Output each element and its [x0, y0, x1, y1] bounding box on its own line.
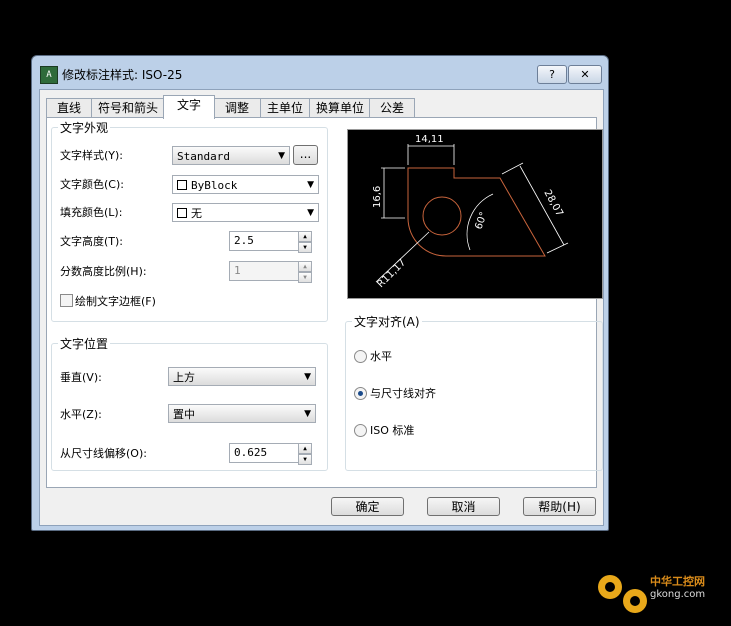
tab-lines[interactable]: 直线 — [46, 98, 92, 118]
tab-text[interactable]: 文字 — [163, 95, 215, 119]
spin-down-icon: ▼ — [298, 272, 312, 283]
align-iso-label: ISO 标准 — [370, 424, 415, 437]
tab-primary-units[interactable]: 主单位 — [260, 98, 310, 118]
align-iso-radio[interactable] — [354, 424, 367, 437]
text-alignment-group: 文字对齐(A) 水平 与尺寸线对齐 ISO 标准 — [345, 313, 603, 471]
text-appearance-group: 文字外观 文字样式(Y): Standard ▼ ... 文字颜色(C): By… — [51, 119, 328, 322]
preview-dim-left: 16,6 — [372, 186, 383, 208]
group-title: 文字外观 — [58, 119, 111, 136]
text-height-value: 2.5 — [234, 234, 254, 247]
text-height-input[interactable]: 2.5 ▲ ▼ — [229, 231, 312, 253]
offset-input[interactable]: 0.625 ▲ ▼ — [229, 443, 312, 465]
chevron-down-icon: ▼ — [307, 180, 314, 190]
text-frame-checkbox[interactable] — [60, 294, 73, 307]
text-frame-label: 绘制文字边框(F) — [75, 295, 156, 308]
preview-dim-right: 28,07 — [541, 188, 565, 218]
preview-dim-top: 14,11 — [415, 134, 444, 145]
fill-color-select[interactable]: 无 ▼ — [172, 203, 319, 222]
vertical-select[interactable]: 上方 ▼ — [168, 367, 316, 386]
group-title: 文字对齐(A) — [352, 313, 422, 330]
title-bar[interactable]: A 修改标注样式: ISO-25 ? ✕ — [32, 56, 608, 90]
fraction-scale-input: 1 ▲ ▼ — [229, 261, 312, 283]
fill-color-value: 无 — [191, 207, 202, 220]
chevron-down-icon: ▼ — [278, 151, 285, 161]
close-button[interactable]: ✕ — [568, 65, 602, 84]
tab-symbols-arrows[interactable]: 符号和箭头 — [91, 98, 165, 118]
horizontal-select[interactable]: 置中 ▼ — [168, 404, 316, 423]
text-color-value: ByBlock — [191, 179, 238, 192]
ok-button[interactable]: 确定 — [331, 497, 404, 516]
help-dialog-button[interactable]: 帮助(H) — [523, 497, 596, 516]
offset-value: 0.625 — [234, 446, 268, 459]
color-swatch-icon — [177, 180, 187, 190]
gkong-watermark: 中华工控网 gkong.com — [590, 565, 730, 620]
align-horizontal-label: 水平 — [370, 350, 392, 363]
vertical-value: 上方 — [173, 371, 195, 384]
offset-spinner[interactable]: ▲ ▼ — [298, 443, 312, 465]
dimension-style-dialog: A 修改标注样式: ISO-25 ? ✕ 直线 符号和箭头 文字 调整 主单位 … — [31, 55, 609, 531]
text-color-label: 文字颜色(C): — [60, 178, 124, 191]
spin-down-icon[interactable]: ▼ — [298, 454, 312, 465]
preview-dim-radius: R11,17 — [375, 257, 408, 290]
align-with-dimension-line-label: 与尺寸线对齐 — [370, 387, 436, 400]
preview-drawing: 14,11 16,6 28,07 60° R11,17 — [372, 134, 569, 290]
chevron-down-icon: ▼ — [304, 409, 311, 419]
text-height-label: 文字高度(T): — [60, 235, 124, 248]
spin-up-icon[interactable]: ▲ — [298, 443, 312, 454]
fraction-scale-spinner: ▲ ▼ — [298, 261, 312, 283]
text-placement-group: 文字位置 垂直(V): 上方 ▼ 水平(Z): 置中 ▼ 从尺寸线偏移(O): … — [51, 335, 328, 471]
help-button[interactable]: ? — [537, 65, 567, 84]
horizontal-label: 水平(Z): — [60, 408, 102, 421]
chevron-down-icon: ▼ — [304, 372, 311, 382]
align-with-dimension-line-radio[interactable] — [354, 387, 367, 400]
dialog-client: 直线 符号和箭头 文字 调整 主单位 换算单位 公差 文字外观 文字样式(Y):… — [39, 89, 604, 526]
dimension-preview: 14,11 16,6 28,07 60° R11,17 — [347, 129, 603, 299]
preview-dim-angle: 60° — [473, 211, 489, 231]
tab-alternate-units[interactable]: 换算单位 — [309, 98, 371, 118]
spin-up-icon[interactable]: ▲ — [298, 231, 312, 242]
text-style-select[interactable]: Standard ▼ — [172, 146, 290, 165]
tab-tolerances[interactable]: 公差 — [369, 98, 415, 118]
spin-down-icon[interactable]: ▼ — [298, 242, 312, 253]
vertical-label: 垂直(V): — [60, 371, 102, 384]
fraction-scale-label: 分数高度比例(H): — [60, 265, 147, 278]
horizontal-value: 置中 — [173, 408, 195, 421]
autocad-app-icon: A — [40, 66, 58, 84]
offset-label: 从尺寸线偏移(O): — [60, 447, 147, 460]
text-color-select[interactable]: ByBlock ▼ — [172, 175, 319, 194]
text-style-label: 文字样式(Y): — [60, 149, 124, 162]
text-height-spinner[interactable]: ▲ ▼ — [298, 231, 312, 253]
cancel-button[interactable]: 取消 — [427, 497, 500, 516]
color-swatch-icon — [177, 208, 187, 218]
text-style-value: Standard — [177, 150, 230, 163]
spin-up-icon: ▲ — [298, 261, 312, 272]
chevron-down-icon: ▼ — [307, 208, 314, 218]
watermark-brand: 中华工控网 — [650, 575, 705, 588]
tab-panel: 文字外观 文字样式(Y): Standard ▼ ... 文字颜色(C): By… — [46, 117, 603, 488]
text-style-browse-button[interactable]: ... — [293, 145, 318, 165]
watermark-url: gkong.com — [650, 589, 706, 600]
fill-color-label: 填充颜色(L): — [60, 206, 123, 219]
align-horizontal-radio[interactable] — [354, 350, 367, 363]
fraction-scale-value: 1 — [234, 264, 241, 277]
window-title: 修改标注样式: ISO-25 — [62, 68, 183, 82]
group-title: 文字位置 — [58, 335, 111, 352]
tab-fit[interactable]: 调整 — [213, 98, 261, 118]
